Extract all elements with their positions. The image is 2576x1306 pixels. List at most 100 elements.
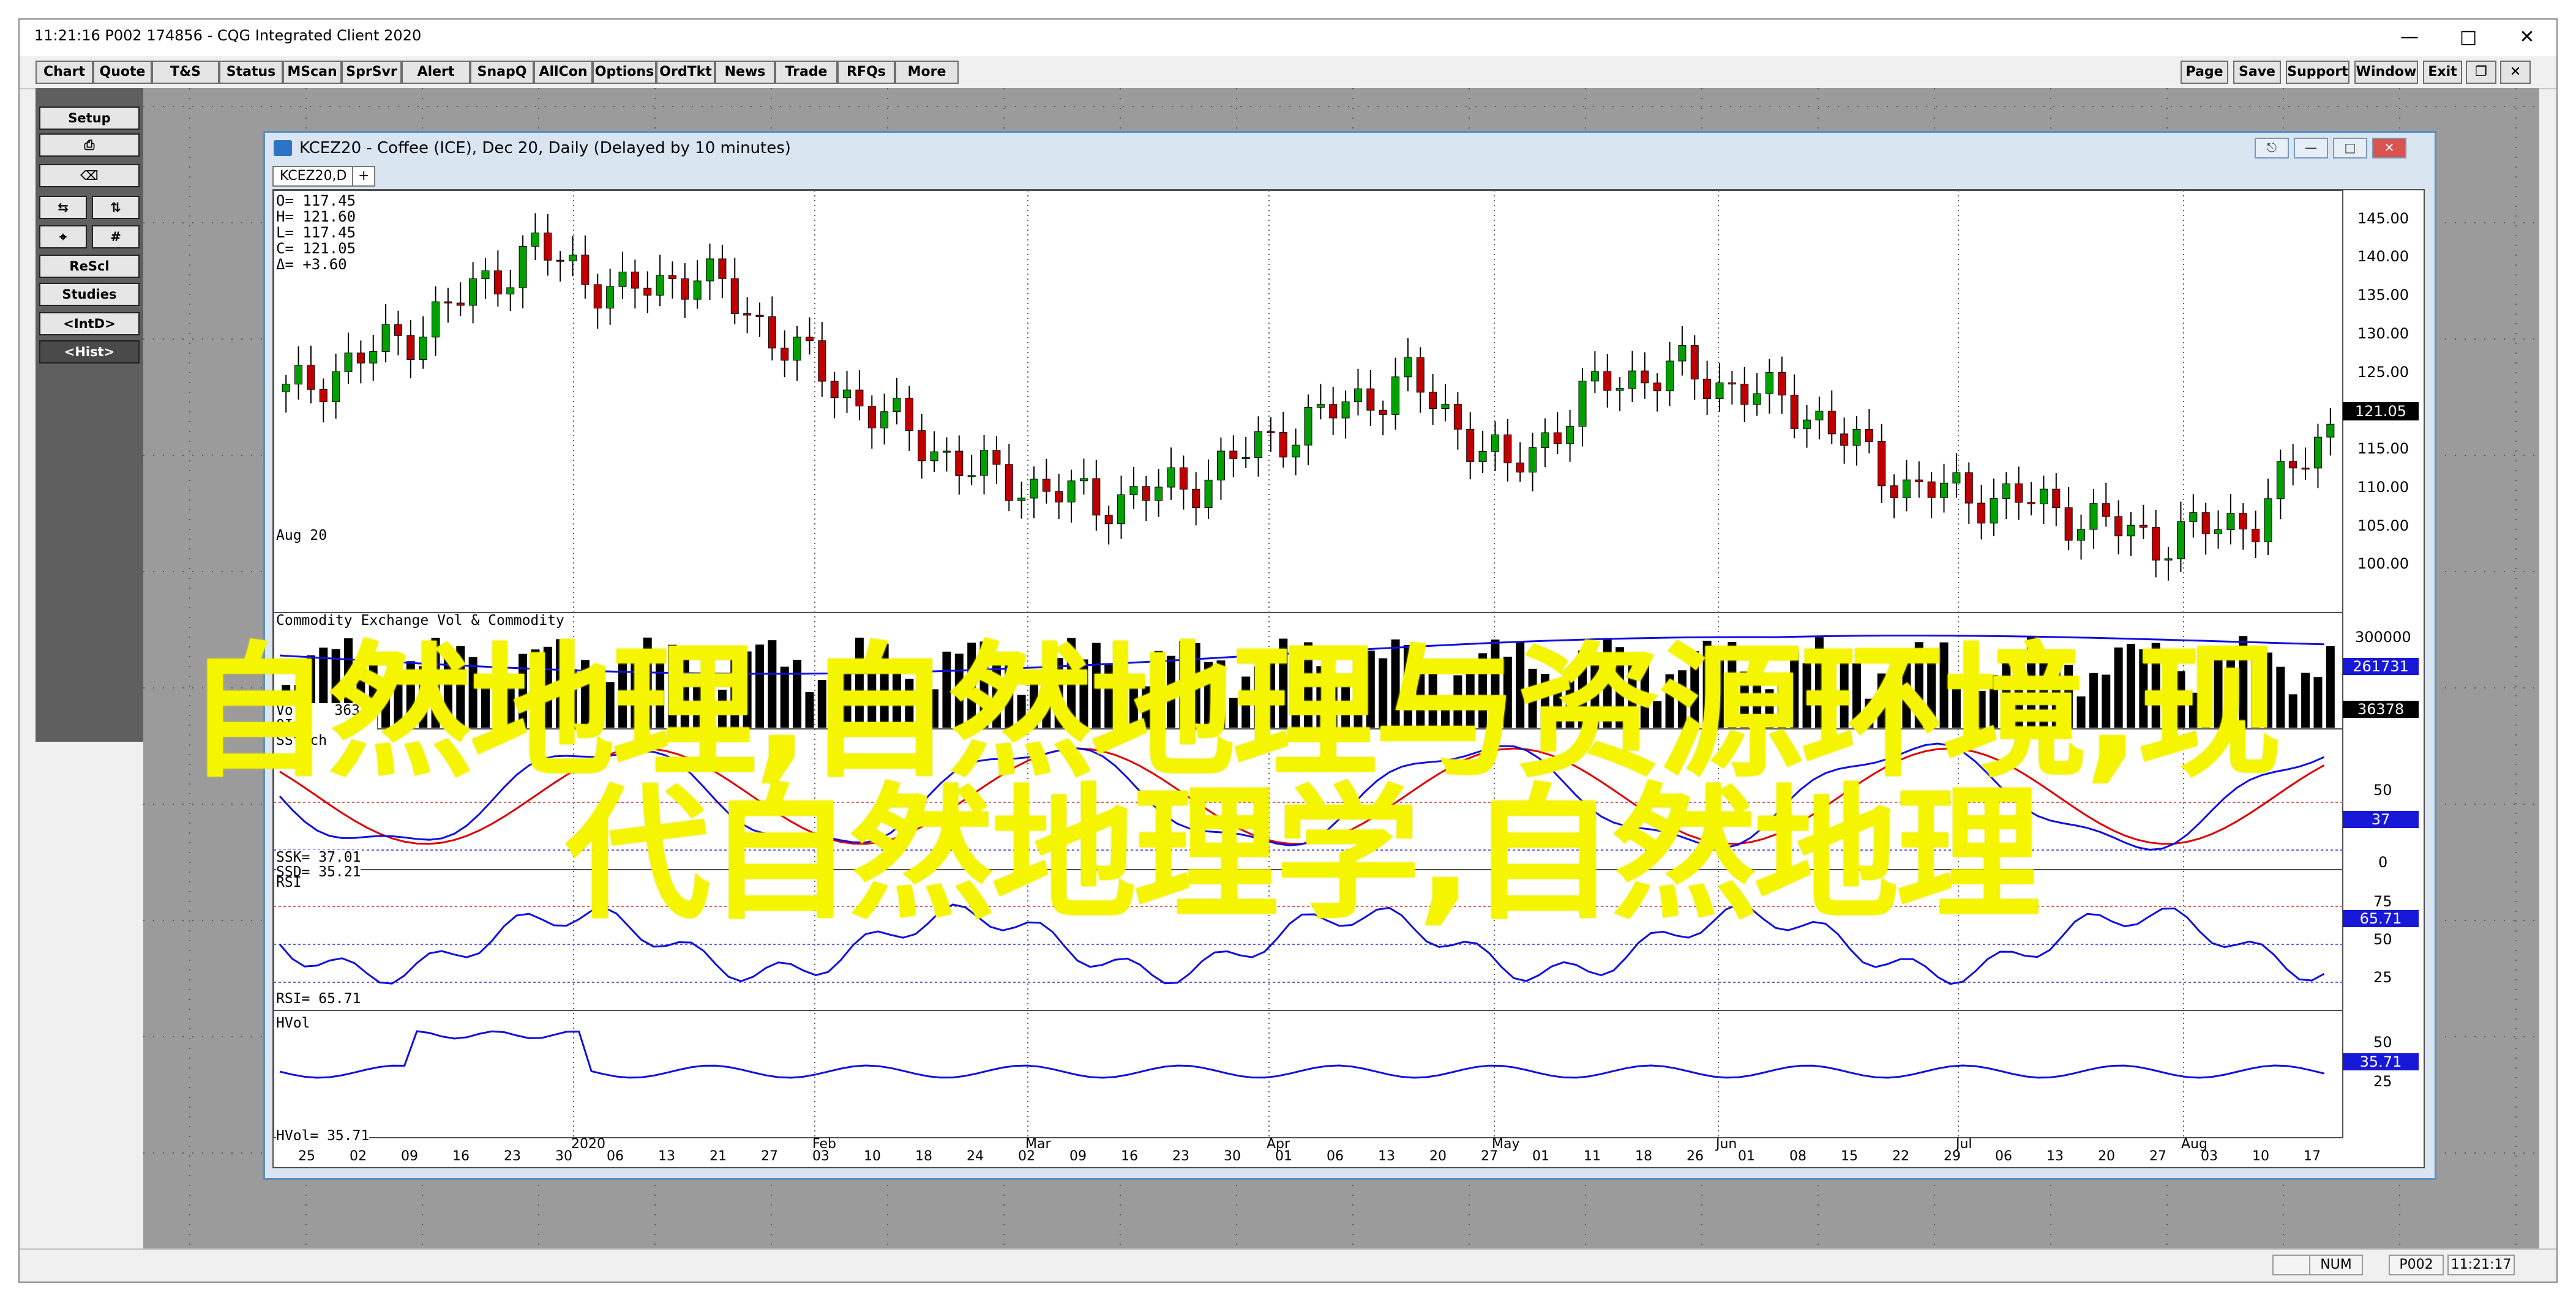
candle-body — [1790, 395, 1799, 429]
candle-body — [432, 301, 440, 338]
toolbar-button-chart[interactable]: Chart — [36, 61, 93, 84]
candle-body — [1092, 478, 1101, 516]
toolbar-button-mscan[interactable]: MScan — [283, 61, 342, 84]
toolbar-button-support[interactable]: Support — [2286, 61, 2349, 84]
candle-body — [1703, 378, 1712, 399]
date-axis-day: 10 — [864, 1149, 881, 1164]
toolbar-button-trade[interactable]: Trade — [775, 61, 837, 84]
historical-button[interactable]: <Hist> — [39, 340, 140, 364]
candle-body — [1478, 450, 1487, 462]
link-icon[interactable]: ⎋ — [2255, 138, 2289, 159]
quote-low: L= 117.45 — [276, 224, 356, 241]
candle-body — [1042, 479, 1050, 492]
chart-close-icon[interactable]: ✕ — [2372, 138, 2406, 159]
candle-body — [2027, 502, 2035, 504]
candle-body — [1578, 381, 1587, 427]
toolbar-button-options[interactable]: Options — [593, 61, 656, 84]
intraday-button[interactable]: <IntD> — [39, 312, 140, 335]
minimize-icon[interactable]: — — [2380, 20, 2439, 56]
printer-icon[interactable]: ⎙ — [39, 133, 140, 157]
close-window-icon[interactable]: ✕ — [2500, 61, 2531, 84]
candle-body — [730, 278, 739, 315]
candle-body — [1827, 411, 1836, 435]
toolbar-button-more[interactable]: More — [895, 61, 959, 84]
candle-body — [2114, 516, 2123, 537]
toolbar-button-exit[interactable]: Exit — [2423, 61, 2462, 84]
candle-body — [1453, 404, 1462, 430]
toolbar-button-ordtkt[interactable]: OrdTkt — [656, 61, 715, 84]
candle-body — [1254, 431, 1263, 458]
price-axis-tick: 145.00 — [2357, 209, 2409, 227]
rescale-button[interactable]: ReScl — [39, 255, 140, 278]
candle-body — [1429, 392, 1437, 409]
toolbar-button-page[interactable]: Page — [2181, 61, 2228, 84]
rsi-tick-75: 75 — [2373, 893, 2392, 910]
toolbar-button-save[interactable]: Save — [2233, 61, 2281, 84]
candle-body — [1316, 404, 1325, 408]
toolbar-button-allcon[interactable]: AllCon — [534, 61, 593, 84]
candle-body — [1728, 382, 1736, 385]
price-axis-tick: 105.00 — [2357, 517, 2409, 534]
chart-minimize-icon[interactable]: — — [2294, 138, 2328, 159]
toolbar-button-window[interactable]: Window — [2354, 61, 2418, 84]
candle-body — [1952, 472, 1961, 483]
date-axis-day: 01 — [1275, 1149, 1292, 1164]
candle-body — [2052, 488, 2061, 509]
studies-button[interactable]: Studies — [39, 283, 140, 306]
toolbar-button-snapq[interactable]: SnapQ — [470, 61, 534, 84]
candle-body — [1491, 435, 1499, 452]
candle-body — [1641, 370, 1649, 384]
chart-app-icon — [274, 140, 292, 156]
scroll-right-icon[interactable]: ⇅ — [92, 196, 140, 219]
toolbar-button-rfqs[interactable]: RFQs — [837, 61, 895, 84]
candle-body — [755, 315, 764, 318]
date-axis-day: 10 — [2252, 1149, 2269, 1164]
grid-icon[interactable]: # — [92, 225, 140, 248]
maximize-icon[interactable]: □ — [2439, 20, 2498, 56]
close-icon[interactable]: ✕ — [2498, 20, 2556, 56]
candle-body — [1690, 345, 1699, 379]
candle-body — [1678, 345, 1687, 362]
date-axis-day: 18 — [1635, 1149, 1652, 1164]
candle-body — [681, 278, 689, 300]
rsi-tick-25: 25 — [2373, 969, 2392, 986]
toolbar-button-news[interactable]: News — [715, 61, 775, 84]
candle-body — [2089, 503, 2098, 530]
toolbar-button-status[interactable]: Status — [219, 61, 283, 84]
restore-icon[interactable]: ❐ — [2466, 61, 2496, 84]
candle-body — [818, 340, 826, 382]
candle-body — [2064, 507, 2073, 541]
candle-body — [2276, 461, 2285, 499]
crosshair-icon[interactable]: ⌖ — [39, 225, 87, 248]
tab-kcez20[interactable]: KCEZ20,D — [272, 166, 354, 187]
candle-body — [743, 313, 752, 316]
candle-body — [1416, 357, 1425, 393]
scroll-left-icon[interactable]: ⇆ — [39, 196, 87, 219]
chart-restore-icon[interactable]: □ — [2333, 138, 2367, 159]
candle-body — [282, 384, 290, 392]
add-tab-button[interactable]: + — [352, 166, 376, 187]
price-axis: 145.00140.00135.00130.00125.00120.00115.… — [2346, 190, 2422, 613]
candle-body — [1990, 498, 1998, 524]
toolbar-button-ts[interactable]: T&S — [152, 61, 219, 84]
candle-body — [1155, 487, 1163, 501]
candle-body — [356, 353, 365, 364]
date-axis-day: 23 — [1172, 1149, 1189, 1164]
candle-body — [1890, 485, 1898, 498]
toolbar-button-quote[interactable]: Quote — [93, 61, 152, 84]
candle-body — [1229, 450, 1238, 459]
date-axis-day: 27 — [1481, 1149, 1498, 1164]
setup-button[interactable]: Setup — [39, 106, 140, 130]
toolbar-button-sprsvr[interactable]: SprSvr — [342, 61, 402, 84]
candle-body — [1529, 447, 1537, 472]
eraser-icon[interactable]: ⌫ — [39, 164, 140, 187]
quote-close: C= 121.05 — [276, 240, 356, 257]
volume-bar — [2313, 677, 2323, 728]
status-page: P002 — [2389, 1255, 2444, 1275]
date-axis-day: 18 — [915, 1149, 932, 1164]
candle-body — [1129, 486, 1138, 495]
date-axis-day: 08 — [1789, 1149, 1807, 1164]
main-toolbar: Chart Quote T&S Status MScan SprSvr Aler… — [20, 56, 2556, 89]
candle-body — [918, 430, 926, 461]
toolbar-button-alert[interactable]: Alert — [402, 61, 470, 84]
